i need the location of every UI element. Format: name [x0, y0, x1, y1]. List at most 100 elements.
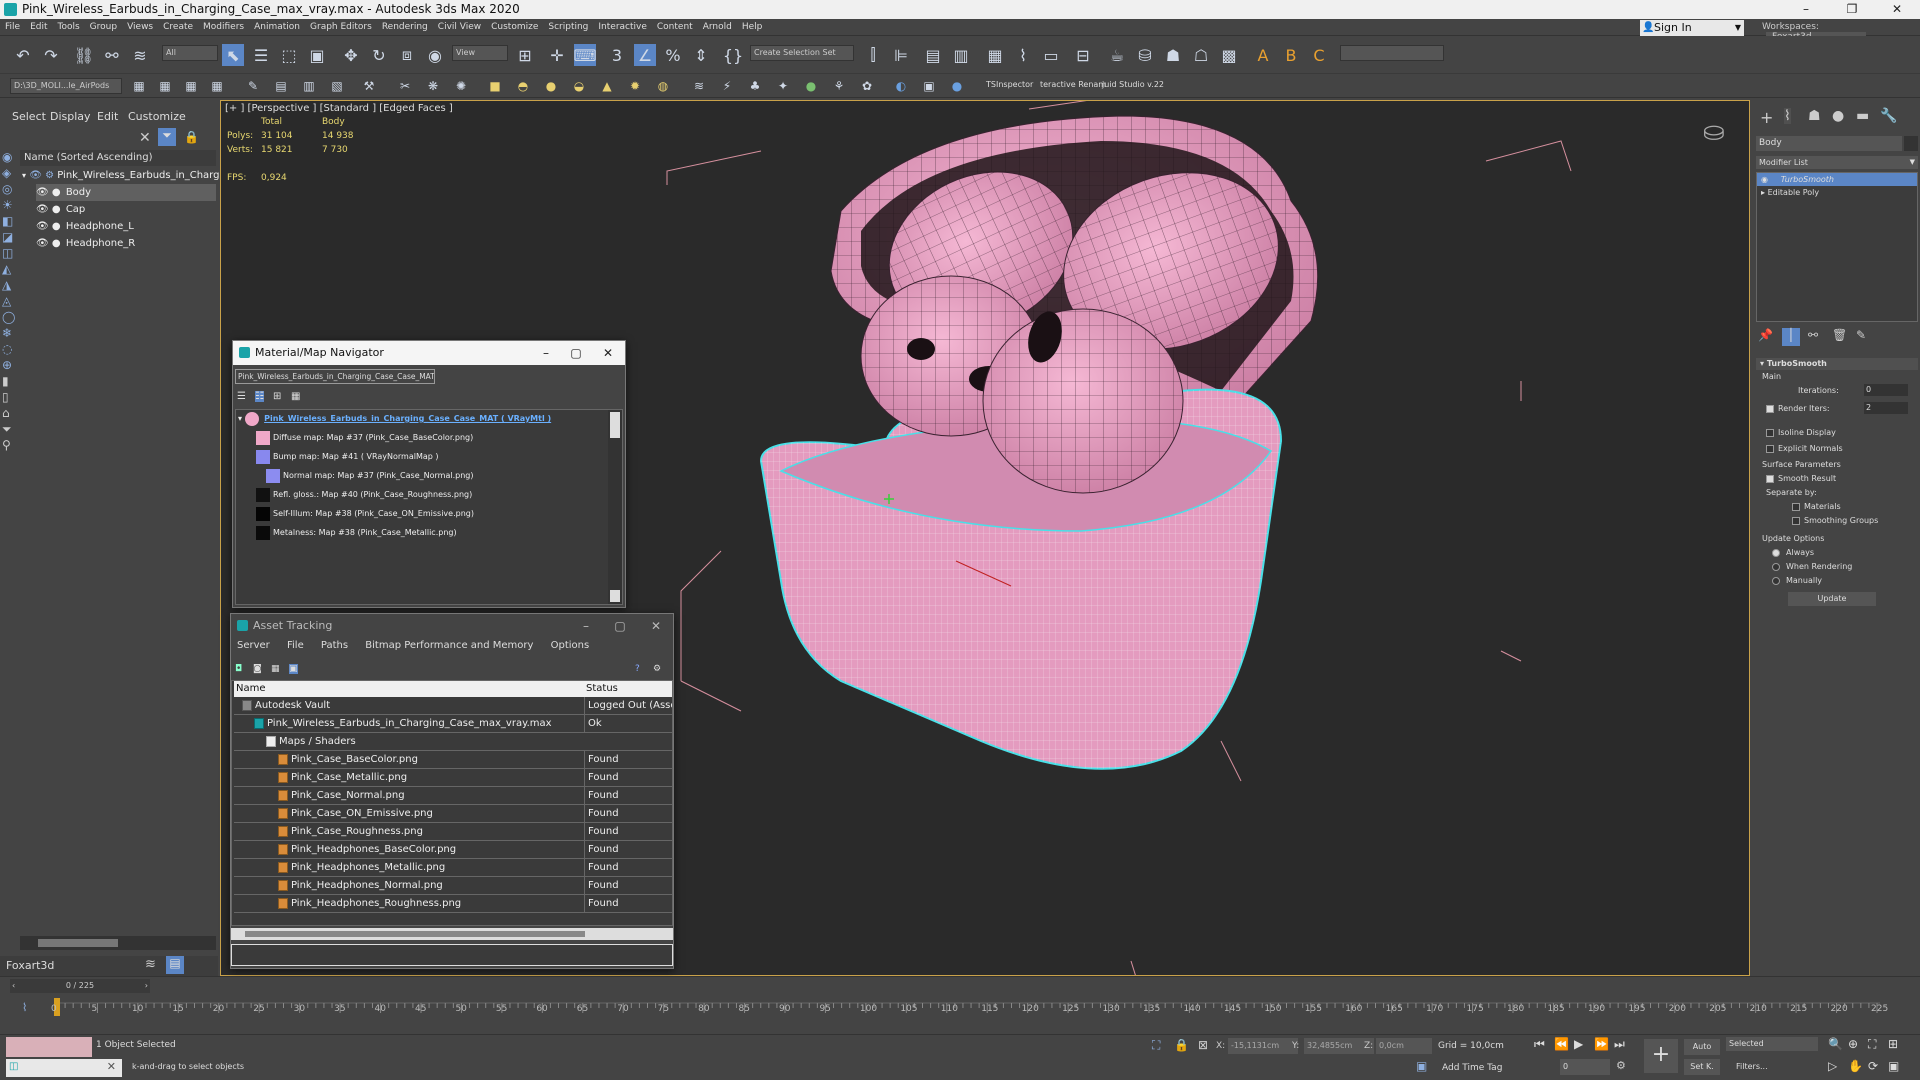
- tab-edit[interactable]: Edit: [97, 110, 118, 123]
- vray-tool-3-icon[interactable]: ♣: [746, 77, 764, 95]
- tool-icon-d[interactable]: ⚒: [360, 77, 378, 95]
- lock-icon[interactable]: 🔒: [184, 130, 199, 144]
- mesh-light-icon[interactable]: ◒: [570, 77, 588, 95]
- display-none-icon[interactable]: ◉: [2, 150, 18, 166]
- display-containers-icon[interactable]: ◯: [2, 310, 18, 326]
- asset-row[interactable]: Autodesk Vault Logged Out (Asset...: [234, 697, 672, 715]
- asset-row[interactable]: Pink_Case_BaseColor.png Found: [234, 751, 672, 769]
- explorer-toggle-icon[interactable]: ▤: [166, 956, 184, 974]
- vray-tool-5-icon[interactable]: ●: [802, 77, 820, 95]
- toolbar-extra-dropdown[interactable]: [1340, 45, 1444, 61]
- menu-edit[interactable]: Edit: [25, 19, 52, 36]
- display-groups-icon[interactable]: ◭: [2, 262, 18, 278]
- key-filters-button[interactable]: Filters...: [1736, 1059, 1768, 1075]
- stack-item-editable-poly[interactable]: ▸ Editable Poly: [1757, 186, 1917, 199]
- expand-icon[interactable]: ▾: [22, 171, 26, 180]
- selection-filter-dropdown[interactable]: All: [162, 45, 218, 61]
- spot-light-icon[interactable]: ▲: [598, 77, 616, 95]
- materials-checkbox[interactable]: [1792, 502, 1800, 511]
- layer-name[interactable]: Foxart3d: [6, 959, 54, 972]
- vray-tool-10-icon[interactable]: ●: [948, 77, 966, 95]
- always-radio[interactable]: [1772, 548, 1780, 557]
- large-icons-view-icon[interactable]: ▦: [291, 391, 300, 402]
- asset-row[interactable]: Pink_Headphones_Roughness.png Found: [234, 895, 672, 913]
- make-unique-icon[interactable]: ⚯: [1808, 328, 1818, 342]
- map-row[interactable]: Metalness: Map #38 (Pink_Case_Metallic.p…: [256, 524, 457, 541]
- sun-icon[interactable]: ✹: [626, 77, 644, 95]
- render-iterative-icon[interactable]: ☗: [1162, 44, 1184, 66]
- menu-content[interactable]: Content: [652, 19, 698, 36]
- display-geometry-icon[interactable]: ◈: [2, 166, 18, 182]
- zoom-all-icon[interactable]: ⊕: [1848, 1037, 1858, 1051]
- percent-snap-icon[interactable]: %: [662, 44, 684, 66]
- tool-icon-e[interactable]: ✂: [396, 77, 414, 95]
- menu-group[interactable]: Group: [85, 19, 122, 36]
- render-production-icon[interactable]: ⛁: [1134, 44, 1156, 66]
- tree-item-headphone-l[interactable]: 👁 ● Headphone_L: [36, 218, 216, 235]
- map-row[interactable]: Bump map: Map #41 ( VRayNormalMap ): [256, 448, 438, 465]
- minimize-button[interactable]: –: [1783, 0, 1829, 19]
- display-children-icon[interactable]: ▮: [2, 374, 18, 390]
- utilities-tab-icon[interactable]: 🔧: [1880, 108, 1897, 124]
- tool-icon-a[interactable]: ▤: [272, 77, 290, 95]
- matnav-titlebar[interactable]: Material/Map Navigator – ▢ ✕: [233, 341, 625, 365]
- display-influences-icon[interactable]: ▯: [2, 390, 18, 406]
- zoom-extents-icon[interactable]: ⛶: [1868, 1037, 1876, 1052]
- material-root-row[interactable]: ▾ Pink_Wireless_Earbuds_in_Charging_Case…: [238, 410, 551, 427]
- asset-tool-2-icon[interactable]: ◙: [253, 664, 262, 674]
- show-end-result-icon[interactable]: │: [1782, 328, 1800, 346]
- maximize-button[interactable]: ❐: [1829, 0, 1875, 19]
- rotate-icon[interactable]: ↻: [368, 44, 390, 66]
- menu-animation[interactable]: Animation: [249, 19, 305, 36]
- tab-customize[interactable]: Customize: [128, 110, 186, 123]
- asset-menu-paths[interactable]: Paths: [321, 640, 348, 651]
- maximize-viewport-icon[interactable]: ▣: [1888, 1059, 1899, 1073]
- display-shapes-icon[interactable]: ◎: [2, 182, 18, 198]
- asset-tool-3-icon[interactable]: ▦: [271, 664, 280, 674]
- select-by-name-icon[interactable]: ☰: [250, 44, 272, 66]
- small-icons-view-icon[interactable]: ⊞: [273, 391, 281, 402]
- asset-row[interactable]: Pink_Case_Roughness.png Found: [234, 823, 672, 841]
- sphere-light-icon[interactable]: ●: [542, 77, 560, 95]
- vray-tool-2-icon[interactable]: ⚡: [718, 77, 736, 95]
- filter-funnel-icon[interactable]: ⏷: [2, 422, 18, 438]
- when-rendering-option[interactable]: When Rendering: [1772, 562, 1852, 571]
- juid-studio-label[interactable]: juid Studio v.22: [1102, 80, 1164, 89]
- create-tab-icon[interactable]: +: [1760, 108, 1773, 127]
- collapse-icon[interactable]: ▾: [1760, 359, 1764, 368]
- visibility-eye-icon[interactable]: 👁: [36, 187, 49, 198]
- orbit-icon[interactable]: ⟳: [1868, 1059, 1878, 1073]
- find-icon[interactable]: ⚲: [2, 438, 18, 454]
- visibility-eye-icon[interactable]: 👁: [36, 204, 49, 215]
- sort-header[interactable]: Name (Sorted Ascending): [20, 150, 216, 166]
- close-button[interactable]: ✕: [1874, 0, 1920, 19]
- map-row[interactable]: Normal map: Map #37 (Pink_Case_Normal.pn…: [266, 467, 473, 484]
- project-icon-3[interactable]: ▦: [182, 77, 200, 95]
- modify-tab-icon[interactable]: ⌇: [1784, 108, 1791, 124]
- map-row[interactable]: Self-Illum: Map #38 (Pink_Case_ON_Emissi…: [256, 505, 474, 522]
- update-button[interactable]: Update: [1788, 592, 1876, 606]
- pan-icon[interactable]: ✋: [1848, 1059, 1863, 1073]
- tree-item-body[interactable]: 👁 ● Body: [36, 184, 216, 201]
- when-rendering-radio[interactable]: [1772, 562, 1780, 571]
- asset-menu-server[interactable]: Server: [237, 640, 270, 651]
- vray-tool-4-icon[interactable]: ✦: [774, 77, 792, 95]
- light-bulb-icon[interactable]: ◉: [1761, 175, 1768, 184]
- materials-toggle[interactable]: Materials: [1792, 502, 1841, 511]
- snaps-toggle-icon[interactable]: 3: [606, 44, 628, 66]
- place-icon[interactable]: ◉: [424, 44, 446, 66]
- scale-icon[interactable]: ⧈: [396, 44, 418, 66]
- display-xrefs-icon[interactable]: ◮: [2, 278, 18, 294]
- tool-icon-g[interactable]: ✺: [452, 77, 470, 95]
- sync-selection-icon[interactable]: ⌂: [2, 406, 18, 422]
- edit-named-selection-icon[interactable]: {}: [722, 44, 744, 66]
- bitmap-tool-icon[interactable]: B: [1280, 44, 1302, 66]
- asset-menu-options[interactable]: Options: [551, 640, 590, 651]
- asset-row[interactable]: Pink_Wireless_Earbuds_in_Charging_Case_m…: [234, 715, 672, 733]
- activeshade-icon[interactable]: ☖: [1190, 44, 1212, 66]
- object-color-swatch[interactable]: [1904, 136, 1918, 151]
- vray-tool-7-icon[interactable]: ✿: [858, 77, 876, 95]
- spinner-snap-icon[interactable]: ⇕: [690, 44, 712, 66]
- stack-item-turbosmooth[interactable]: ◉ TurboSmooth: [1757, 173, 1917, 186]
- text-tool-icon[interactable]: A: [1252, 44, 1274, 66]
